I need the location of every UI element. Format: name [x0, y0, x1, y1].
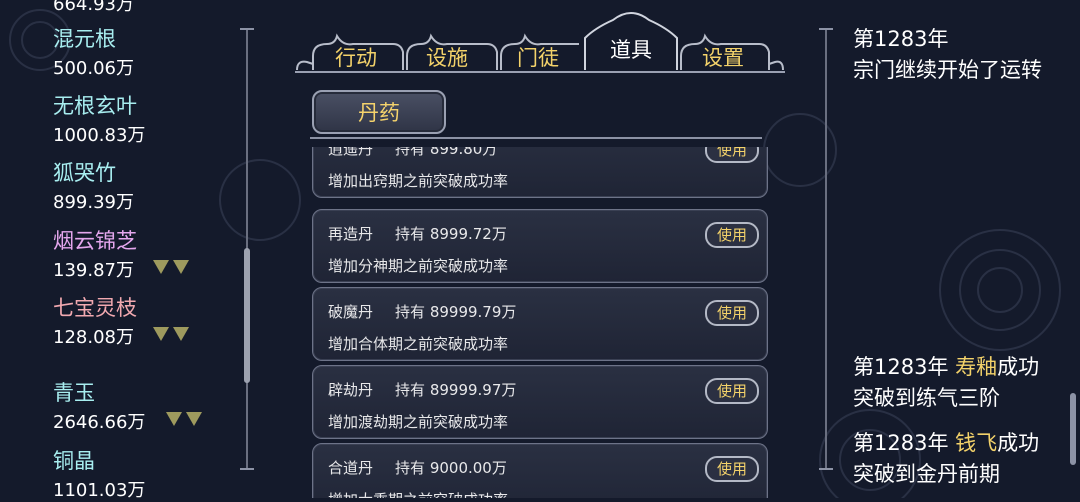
resource-name: 七宝灵枝 [53, 296, 137, 320]
list-item: 再造丹 持有 8999.72万 增加分神期之前突破成功率 使用 [312, 209, 768, 283]
item-list[interactable]: 逍遥丹 持有 899.80万 增加出窍期之前突破成功率 使用 再造丹 持有 8999… [312, 147, 768, 498]
tab-disciples[interactable]: 门徒 [498, 42, 578, 72]
log-entry: 第1283年 寿釉成功 突破到练气三阶 [853, 352, 1058, 414]
use-button[interactable]: 使用 [705, 300, 759, 326]
tab-settings[interactable]: 设置 [683, 42, 763, 72]
main-tab-bar: 行动 设施 门徒 道具 设置 [295, 8, 785, 78]
list-item: 合道丹 持有 9000.00万 增加大乘期之前突破成功率 使用 [312, 443, 768, 498]
resource-name: 狐哭竹 [53, 161, 116, 185]
log-entry: 第1283年 宗门继续开始了运转 [853, 24, 1058, 86]
resource-name: 无根玄叶 [53, 94, 137, 118]
use-button[interactable]: 使用 [705, 147, 759, 163]
resource-name: 青玉 [53, 381, 95, 405]
resource-value: 1101.03万 [53, 480, 146, 501]
item-name: 破魔丹 [328, 303, 374, 321]
log-year: 第1283年 [853, 431, 949, 455]
hold-label: 持有 [395, 225, 426, 243]
resource-value: 500.06万 [53, 58, 134, 79]
log-suffix: 成功 [997, 431, 1040, 455]
resource-value: 899.39万 [53, 192, 134, 213]
scroll-cap-bottom [240, 468, 254, 470]
log-entry: 第1283年 钱飞成功 突破到金丹前期 [853, 428, 1058, 490]
use-button[interactable]: 使用 [705, 456, 759, 482]
subtab-pills[interactable]: 丹药 [312, 90, 446, 134]
tab-items[interactable]: 道具 [591, 34, 671, 64]
list-item: 破魔丹 持有 89999.79万 增加合体期之前突破成功率 使用 [312, 287, 768, 361]
resource-value: 139.87万 [53, 260, 134, 281]
resource-name: 混元根 [53, 27, 116, 51]
item-quantity: 8999.72万 [429, 225, 507, 243]
log-year: 第1283年 [853, 27, 949, 51]
hold-label: 持有 [395, 303, 426, 321]
list-item: 逍遥丹 持有 899.80万 增加出窍期之前突破成功率 使用 [312, 147, 768, 198]
resource-name: 烟云锦芝 [53, 229, 137, 253]
scroll-cap-top [240, 28, 254, 30]
decrease-arrows-icon [153, 327, 189, 341]
log-text: 突破到练气三阶 [853, 386, 1000, 410]
item-name: 再造丹 [328, 225, 374, 243]
scroll-thumb[interactable] [244, 248, 250, 383]
list-item: 辟劫丹 持有 89999.97万 增加渡劫期之前突破成功率 使用 [312, 365, 768, 439]
log-text: 突破到金丹前期 [853, 462, 1000, 486]
resource-scrollbar[interactable] [240, 28, 254, 470]
log-year: 第1283年 [853, 355, 949, 379]
decrease-arrows-icon [166, 412, 202, 426]
resource-value: 128.08万 [53, 327, 134, 348]
log-suffix: 成功 [997, 355, 1040, 379]
item-quantity: 89999.97万 [429, 381, 517, 399]
item-quantity: 89999.79万 [429, 303, 517, 321]
tab-facility[interactable]: 设施 [407, 42, 487, 72]
item-description: 增加合体期之前突破成功率 [328, 335, 509, 353]
log-person: 寿釉 [955, 355, 998, 379]
resource-name: 铜晶 [53, 449, 95, 473]
resource-value: 664.93万 [53, 0, 134, 15]
item-quantity: 9000.00万 [429, 459, 507, 477]
item-name: 逍遥丹 [328, 147, 374, 158]
resource-value: 2646.66万 [53, 412, 146, 433]
item-description: 增加渡劫期之前突破成功率 [328, 413, 509, 431]
log-divider-bar [818, 28, 834, 470]
resource-value: 1000.83万 [53, 125, 146, 146]
log-text: 宗门继续开始了运转 [853, 58, 1042, 82]
use-button[interactable]: 使用 [705, 378, 759, 404]
item-description: 增加出窍期之前突破成功率 [328, 172, 509, 190]
section-divider [310, 137, 762, 139]
item-name: 辟劫丹 [328, 381, 374, 399]
log-scroll-thumb[interactable] [1070, 393, 1076, 465]
hold-label: 持有 [395, 381, 426, 399]
use-button[interactable]: 使用 [705, 222, 759, 248]
item-description: 增加分神期之前突破成功率 [328, 257, 509, 275]
log-person: 钱飞 [955, 431, 998, 455]
hold-label: 持有 [395, 459, 426, 477]
item-quantity: 899.80万 [429, 147, 498, 158]
item-description: 增加大乘期之前突破成功率 [328, 489, 508, 498]
hold-label: 持有 [395, 147, 426, 158]
tab-action[interactable]: 行动 [316, 42, 396, 72]
resource-panel: 664.93万 混元根 500.06万 无根玄叶 1000.83万 狐哭竹 89… [0, 0, 254, 501]
item-name: 合道丹 [328, 459, 374, 477]
decrease-arrows-icon [153, 260, 189, 274]
